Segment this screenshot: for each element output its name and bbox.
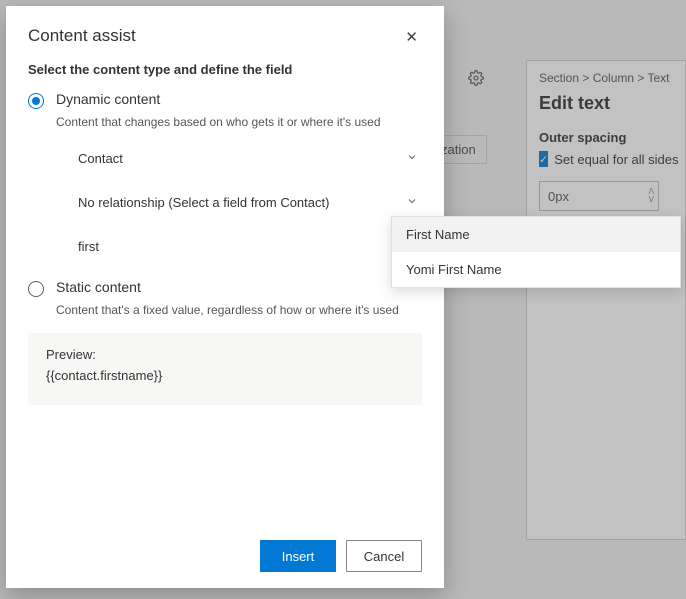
edit-text-panel: Section > Column > Text Edit text Outer … [526, 60, 686, 540]
dynamic-content-radio[interactable]: Dynamic content [28, 91, 422, 109]
relationship-select[interactable]: No relationship (Select a field from Con… [72, 183, 422, 221]
chevron-down-icon [406, 151, 418, 166]
close-icon: ✕ [405, 29, 418, 46]
preview-box: Preview: {{contact.firstname}} [28, 333, 422, 405]
preview-label: Preview: [46, 347, 404, 362]
radio-icon [28, 281, 44, 297]
static-content-radio[interactable]: Static content [28, 279, 422, 297]
spinner-icon[interactable]: ᐱᐯ [649, 188, 654, 204]
settings-gear-icon[interactable] [468, 70, 484, 89]
insert-button[interactable]: Insert [260, 540, 336, 572]
content-assist-modal: Content assist ✕ Select the content type… [6, 6, 444, 588]
close-button[interactable]: ✕ [401, 26, 422, 48]
breadcrumb: Section > Column > Text [539, 71, 673, 85]
field-search-input[interactable]: first [72, 227, 422, 265]
dynamic-label: Dynamic content [56, 91, 160, 107]
dynamic-desc: Content that changes based on who gets i… [56, 115, 422, 129]
modal-instruction: Select the content type and define the f… [28, 62, 422, 77]
cancel-button[interactable]: Cancel [346, 540, 422, 572]
radio-icon [28, 93, 44, 109]
outer-spacing-label: Outer spacing [539, 130, 673, 145]
spacing-input[interactable]: 0px ᐱᐯ [539, 181, 659, 211]
search-value: first [78, 239, 99, 254]
modal-title: Content assist [28, 26, 136, 46]
preview-value: {{contact.firstname}} [46, 368, 404, 383]
static-label: Static content [56, 279, 141, 295]
panel-title: Edit text [539, 93, 673, 114]
entity-value: Contact [78, 151, 123, 166]
checkbox-label: Set equal for all sides [554, 152, 678, 167]
entity-select[interactable]: Contact [72, 139, 422, 177]
set-equal-sides-checkbox[interactable]: ✓ Set equal for all sides [539, 151, 673, 167]
static-desc: Content that's a fixed value, regardless… [56, 303, 422, 317]
spacing-value: 0px [548, 189, 569, 204]
field-autocomplete-dropdown: First Name Yomi First Name [391, 216, 681, 288]
chevron-down-icon [406, 195, 418, 210]
autocomplete-item[interactable]: Yomi First Name [392, 252, 680, 287]
autocomplete-item[interactable]: First Name [392, 217, 680, 252]
relationship-value: No relationship (Select a field from Con… [78, 195, 329, 210]
check-icon: ✓ [539, 151, 548, 167]
